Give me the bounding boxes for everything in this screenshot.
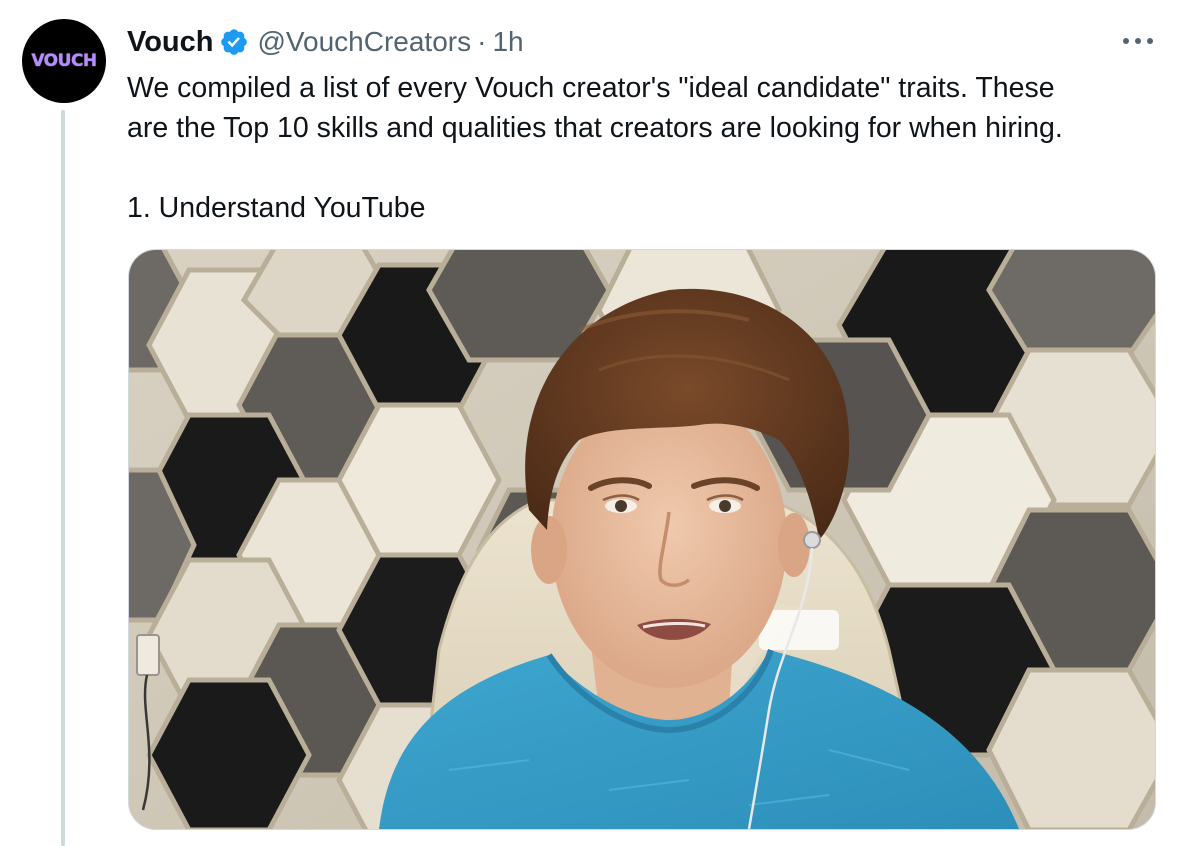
author-handle[interactable]: @VouchCreators: [257, 26, 471, 58]
author-display-name[interactable]: Vouch: [127, 26, 213, 59]
tweet-text-list-item: 1. Understand YouTube: [127, 192, 426, 224]
thread-connector-line: [61, 110, 65, 846]
tweet-text: We compiled a list of every Vouch creato…: [127, 68, 1167, 228]
tweet-text-line: We compiled a list of every Vouch creato…: [127, 72, 1055, 104]
tweet-text-line: are the Top 10 skills and qualities that…: [127, 112, 1063, 144]
tweet-media-video[interactable]: [128, 249, 1156, 830]
avatar[interactable]: VOUCH: [22, 19, 106, 103]
more-horizontal-icon: [1123, 38, 1153, 44]
tweet-header: Vouch @VouchCreators · 1h: [127, 22, 524, 62]
avatar-logo-text: VOUCH: [31, 51, 97, 71]
verified-badge-icon[interactable]: [219, 27, 249, 57]
timestamp[interactable]: 1h: [492, 26, 523, 58]
more-options-button[interactable]: [1118, 28, 1158, 54]
video-thumbnail-image: [129, 250, 1155, 829]
separator-dot: ·: [477, 26, 487, 57]
